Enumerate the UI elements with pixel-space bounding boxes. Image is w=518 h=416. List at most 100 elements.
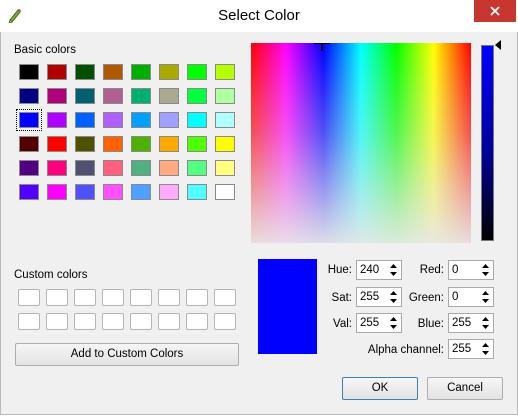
basic-color-swatch[interactable]: [131, 160, 151, 176]
basic-color-swatch[interactable]: [47, 64, 67, 80]
basic-color-swatch[interactable]: [19, 136, 39, 152]
alpha-value: 255: [452, 343, 472, 355]
red-label: Red:: [419, 264, 444, 276]
basic-color-swatch[interactable]: [215, 112, 235, 128]
luminance-arrow-icon[interactable]: [494, 40, 502, 50]
basic-color-swatch[interactable]: [103, 88, 123, 104]
basic-color-swatch[interactable]: [19, 184, 39, 200]
basic-color-swatch[interactable]: [215, 160, 235, 176]
alpha-spinbox[interactable]: 255: [448, 339, 494, 359]
basic-color-swatch[interactable]: [47, 136, 67, 152]
basic-color-swatch[interactable]: [131, 136, 151, 152]
blue-value: 255: [452, 317, 472, 329]
custom-color-swatch[interactable]: [46, 289, 68, 306]
basic-color-swatch[interactable]: [159, 88, 179, 104]
spin-arrows-icon[interactable]: [387, 315, 400, 331]
basic-color-swatch[interactable]: [47, 88, 67, 104]
custom-colors-label: Custom colors: [14, 269, 88, 281]
green-value: 0: [452, 291, 459, 303]
basic-color-swatch[interactable]: [103, 136, 123, 152]
val-label: Val:: [333, 318, 352, 330]
basic-color-swatch[interactable]: [131, 64, 151, 80]
custom-color-swatch[interactable]: [46, 313, 68, 330]
sat-label: Sat:: [331, 292, 352, 304]
spin-arrows-icon[interactable]: [479, 341, 492, 357]
basic-color-swatch[interactable]: [131, 88, 151, 104]
spin-arrows-icon[interactable]: [479, 315, 492, 331]
basic-color-swatch[interactable]: [103, 184, 123, 200]
basic-color-swatch[interactable]: [75, 88, 95, 104]
basic-color-swatch[interactable]: [19, 64, 39, 80]
custom-color-swatch[interactable]: [158, 289, 180, 306]
spin-arrows-icon[interactable]: [479, 262, 492, 278]
basic-color-swatch[interactable]: [19, 160, 39, 176]
basic-color-swatch[interactable]: [187, 136, 207, 152]
basic-color-swatch[interactable]: [159, 184, 179, 200]
basic-color-swatch[interactable]: [75, 136, 95, 152]
basic-colors-label: Basic colors: [14, 44, 76, 56]
basic-color-swatch[interactable]: [103, 64, 123, 80]
spin-arrows-icon[interactable]: [479, 289, 492, 305]
custom-color-swatch[interactable]: [102, 313, 124, 330]
spin-arrows-icon[interactable]: [387, 262, 400, 278]
basic-color-swatch[interactable]: [215, 136, 235, 152]
basic-color-swatch[interactable]: [19, 88, 39, 104]
basic-color-swatch[interactable]: [159, 136, 179, 152]
basic-color-swatch[interactable]: [187, 160, 207, 176]
custom-color-swatch[interactable]: [186, 289, 208, 306]
red-spinbox[interactable]: 0: [448, 260, 494, 280]
custom-color-swatch[interactable]: [74, 289, 96, 306]
green-spinbox[interactable]: 0: [448, 287, 494, 307]
custom-color-swatch[interactable]: [18, 289, 40, 306]
custom-color-swatch[interactable]: [74, 313, 96, 330]
basic-color-swatch[interactable]: [159, 112, 179, 128]
custom-color-swatch[interactable]: [102, 289, 124, 306]
custom-color-swatch[interactable]: [130, 289, 152, 306]
custom-color-swatch[interactable]: [130, 313, 152, 330]
blue-label: Blue:: [417, 318, 444, 330]
basic-color-swatch[interactable]: [215, 88, 235, 104]
color-spectrum[interactable]: [251, 43, 471, 243]
basic-color-swatch[interactable]: [215, 64, 235, 80]
basic-color-swatch[interactable]: [187, 88, 207, 104]
basic-color-swatch[interactable]: [215, 184, 235, 200]
basic-color-swatch[interactable]: [159, 64, 179, 80]
luminance-slider[interactable]: [481, 45, 494, 241]
sat-spinbox[interactable]: 255: [356, 287, 402, 307]
basic-color-swatch[interactable]: [131, 112, 151, 128]
basic-color-swatch[interactable]: [187, 64, 207, 80]
close-icon: [490, 6, 500, 16]
basic-color-swatch[interactable]: [47, 184, 67, 200]
basic-color-swatch[interactable]: [187, 184, 207, 200]
add-to-custom-colors-button[interactable]: Add to Custom Colors: [15, 343, 239, 366]
green-label: Green:: [408, 292, 444, 304]
basic-color-swatch[interactable]: [187, 112, 207, 128]
hue-value: 240: [360, 264, 380, 276]
basic-color-swatch[interactable]: [75, 64, 95, 80]
basic-color-swatch[interactable]: [47, 160, 67, 176]
basic-color-swatch[interactable]: [103, 160, 123, 176]
blue-spinbox[interactable]: 255: [448, 313, 494, 333]
custom-color-swatch[interactable]: [186, 313, 208, 330]
basic-color-swatch[interactable]: [103, 112, 123, 128]
custom-color-swatch[interactable]: [18, 313, 40, 330]
basic-color-swatch[interactable]: [75, 160, 95, 176]
red-value: 0: [452, 264, 459, 276]
custom-color-swatch[interactable]: [214, 289, 236, 306]
spin-arrows-icon[interactable]: [387, 289, 400, 305]
hue-spinbox[interactable]: 240: [356, 260, 402, 280]
basic-color-swatch[interactable]: [16, 109, 42, 131]
basic-color-swatch[interactable]: [75, 112, 95, 128]
sat-value: 255: [360, 291, 380, 303]
basic-color-swatch[interactable]: [131, 184, 151, 200]
cancel-button[interactable]: Cancel: [427, 377, 503, 400]
basic-color-swatch[interactable]: [75, 184, 95, 200]
basic-color-swatch[interactable]: [47, 112, 67, 128]
basic-color-swatch[interactable]: [159, 160, 179, 176]
val-spinbox[interactable]: 255: [356, 313, 402, 333]
ok-button[interactable]: OK: [342, 377, 418, 400]
custom-color-swatch[interactable]: [214, 313, 236, 330]
custom-color-swatch[interactable]: [158, 313, 180, 330]
close-button[interactable]: [474, 0, 516, 22]
alpha-label: Alpha channel:: [367, 344, 444, 356]
